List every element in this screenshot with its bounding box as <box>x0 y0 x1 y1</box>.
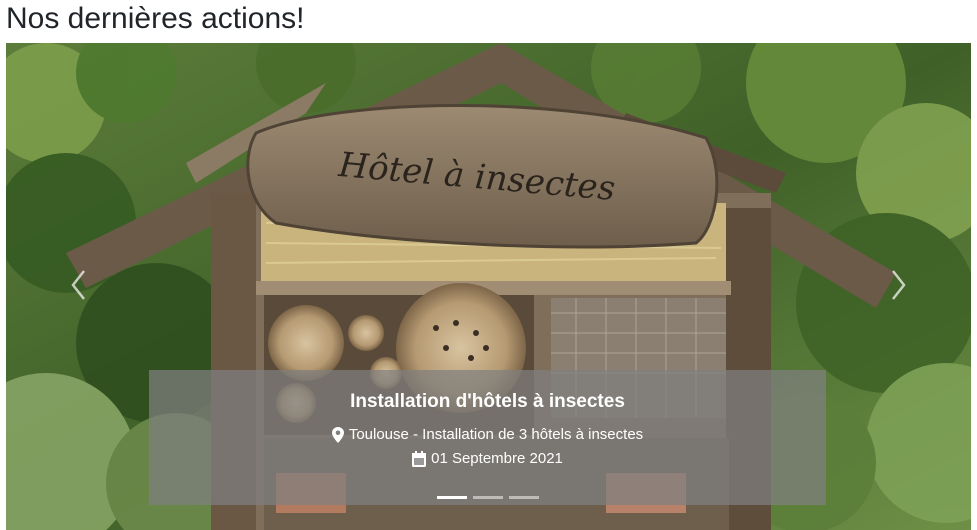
caption-title: Installation d'hôtels à insectes <box>350 391 625 412</box>
date-text: 01 Septembre 2021 <box>431 450 563 467</box>
carousel-prev-button[interactable] <box>64 265 94 305</box>
actions-carousel[interactable]: Hôtel à insectes Installation d'hôtels à… <box>6 43 971 530</box>
chevron-left-icon <box>71 270 85 300</box>
carousel-indicator-2[interactable] <box>473 496 503 499</box>
caption-location: Toulouse - Installation de 3 hôtels à in… <box>149 425 826 445</box>
carousel-indicator-3[interactable] <box>509 496 539 499</box>
calendar-icon <box>412 451 427 467</box>
section-title: Nos dernières actions! <box>6 2 305 35</box>
carousel-indicator-1[interactable] <box>437 496 467 499</box>
caption-date: 01 Septembre 2021 <box>149 449 826 469</box>
location-text: Toulouse - Installation de 3 hôtels à in… <box>348 426 644 443</box>
carousel-next-button[interactable] <box>883 265 913 305</box>
page: Nos dernières actions! Hôtel à insectes … <box>0 0 977 530</box>
chevron-right-icon <box>892 270 906 300</box>
map-marker-icon <box>331 427 344 443</box>
carousel-indicators <box>437 496 539 499</box>
slide-caption: Installation d'hôtels à insectes Toulous… <box>149 370 826 505</box>
